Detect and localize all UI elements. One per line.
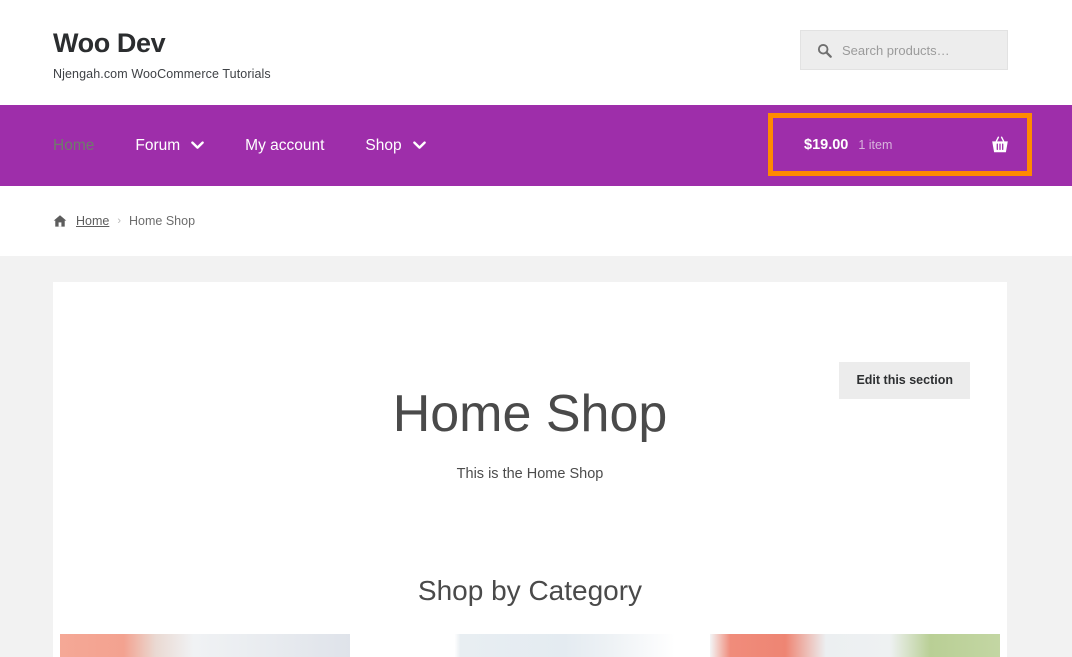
category-thumbnail-3[interactable] bbox=[710, 634, 1000, 657]
nav-item-home[interactable]: Home bbox=[53, 137, 94, 155]
nav-item-my-account[interactable]: My account bbox=[245, 137, 324, 155]
nav-item-label: My account bbox=[245, 136, 325, 154]
site-tagline: Njengah.com WooCommerce Tutorials bbox=[53, 67, 271, 82]
edit-this-section-button[interactable]: Edit this section bbox=[839, 362, 970, 399]
page-title: Home Shop bbox=[392, 385, 668, 443]
breadcrumb-separator: › bbox=[117, 215, 122, 227]
category-row bbox=[53, 634, 1007, 657]
category-thumbnail-2[interactable] bbox=[385, 634, 675, 657]
page-subtitle: This is the Home Shop bbox=[456, 466, 604, 482]
content-card: Edit this section Home Shop This is the … bbox=[53, 282, 1007, 657]
site-branding[interactable]: Woo Dev Njengah.com WooCommerce Tutorial… bbox=[53, 28, 271, 81]
cart-item-count: 1 item bbox=[858, 137, 893, 152]
breadcrumb-home-link[interactable]: Home bbox=[76, 214, 109, 228]
search-input[interactable] bbox=[842, 42, 992, 58]
shopping-basket-icon bbox=[992, 136, 1008, 152]
nav-item-label: Shop bbox=[365, 136, 402, 154]
nav-item-label: Forum bbox=[135, 136, 181, 154]
nav-list: Home Forum My account Shop bbox=[53, 105, 467, 186]
chevron-down-icon[interactable] bbox=[412, 141, 426, 150]
cart-button[interactable]: $19.00 1 item bbox=[773, 118, 1027, 171]
category-thumbnail-1[interactable] bbox=[60, 634, 350, 657]
cart-total-amount: $19.00 bbox=[804, 136, 849, 153]
chevron-down-icon[interactable] bbox=[191, 141, 204, 150]
page-body: Edit this section Home Shop This is the … bbox=[0, 256, 1072, 657]
nav-item-shop[interactable]: Shop bbox=[365, 136, 426, 155]
breadcrumb: Home › Home Shop bbox=[0, 186, 1072, 256]
breadcrumb-current: Home Shop bbox=[129, 214, 196, 228]
shop-by-category-heading: Shop by Category bbox=[417, 575, 643, 606]
site-header: Woo Dev Njengah.com WooCommerce Tutorial… bbox=[0, 0, 1072, 105]
cart-highlight-box: $19.00 1 item bbox=[768, 113, 1032, 176]
nav-item-forum[interactable]: Forum bbox=[135, 137, 204, 155]
home-icon[interactable] bbox=[53, 214, 67, 228]
product-search-form[interactable] bbox=[800, 30, 1008, 70]
site-title[interactable]: Woo Dev bbox=[53, 28, 271, 59]
search-icon bbox=[817, 43, 832, 58]
nav-item-label: Home bbox=[53, 136, 95, 154]
